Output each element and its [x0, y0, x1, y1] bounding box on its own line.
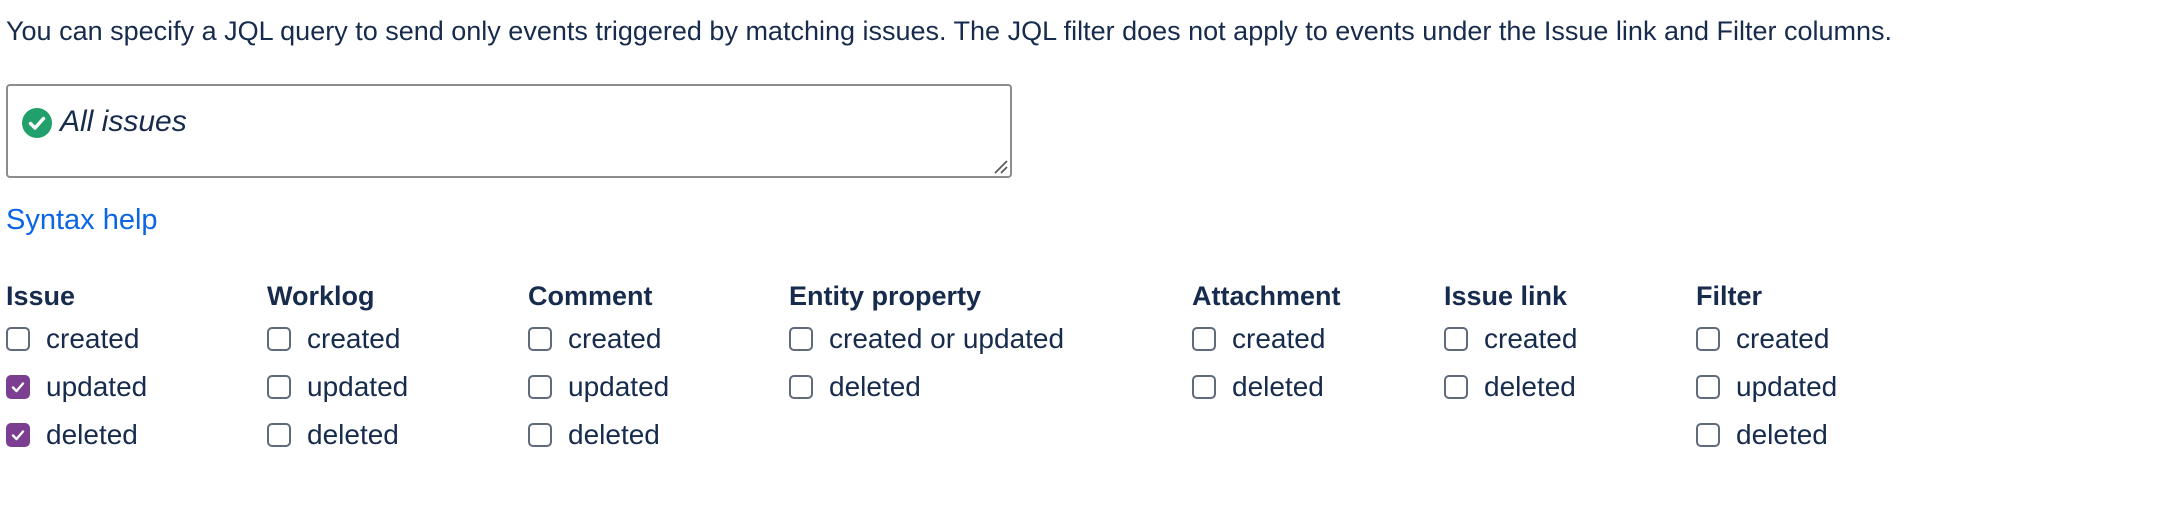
option-label: updated [1736, 371, 1838, 402]
event-column-comment: Comment created updated deleted [528, 279, 669, 459]
column-heading: Filter [1696, 281, 1763, 311]
column-heading: Attachment [1192, 281, 1341, 311]
checkbox[interactable] [528, 423, 552, 447]
event-option[interactable]: deleted [1192, 363, 1341, 411]
jql-query-input[interactable]: All issues [6, 84, 1012, 178]
event-column-issue-link: Issue link created deleted [1444, 279, 1577, 411]
checkmark-icon [11, 430, 25, 441]
option-label: deleted [568, 419, 660, 450]
event-column-worklog: Worklog created updated deleted [267, 279, 408, 459]
event-option[interactable]: created or updated [789, 315, 1064, 363]
checkbox[interactable] [1192, 327, 1216, 351]
event-column-entity-property: Entity property created or updated delet… [789, 279, 1064, 411]
event-option[interactable]: deleted [789, 363, 1064, 411]
option-label: created [568, 323, 662, 354]
event-option[interactable]: deleted [1444, 363, 1577, 411]
jql-query-value: All issues [60, 105, 187, 138]
option-label: deleted [1232, 371, 1324, 402]
column-heading: Issue [6, 281, 76, 311]
column-heading: Comment [528, 281, 653, 311]
event-option[interactable]: deleted [6, 411, 147, 459]
check-circle-icon [22, 108, 52, 138]
checkbox[interactable] [1696, 375, 1720, 399]
event-option[interactable]: updated [1696, 363, 1837, 411]
event-option[interactable]: created [1696, 315, 1837, 363]
event-column-issue: Issue created updated deleted [6, 279, 147, 459]
event-option[interactable]: updated [267, 363, 408, 411]
checkbox[interactable] [1444, 375, 1468, 399]
event-option[interactable]: deleted [267, 411, 408, 459]
option-label: created or updated [829, 323, 1065, 354]
option-label: deleted [1484, 371, 1576, 402]
checkbox[interactable] [1444, 327, 1468, 351]
checkbox[interactable] [1696, 327, 1720, 351]
jql-description: You can specify a JQL query to send only… [6, 16, 1893, 46]
column-heading: Issue link [1444, 281, 1568, 311]
checkbox[interactable] [6, 327, 30, 351]
checkbox[interactable] [6, 423, 30, 447]
option-label: updated [568, 371, 670, 402]
checkmark-icon [11, 382, 25, 393]
checkbox[interactable] [528, 327, 552, 351]
event-option[interactable]: created [528, 315, 669, 363]
checkbox[interactable] [789, 327, 813, 351]
column-heading: Entity property [789, 281, 982, 311]
checkbox[interactable] [789, 375, 813, 399]
option-label: created [46, 323, 140, 354]
checkbox[interactable] [267, 327, 291, 351]
event-option[interactable]: deleted [1696, 411, 1837, 459]
event-option[interactable]: created [6, 315, 147, 363]
event-option[interactable]: deleted [528, 411, 669, 459]
event-option[interactable]: updated [6, 363, 147, 411]
event-option[interactable]: created [267, 315, 408, 363]
option-label: updated [46, 371, 148, 402]
checkbox[interactable] [6, 375, 30, 399]
option-label: deleted [1736, 419, 1828, 450]
option-label: deleted [829, 371, 921, 402]
column-heading: Worklog [267, 281, 375, 311]
syntax-help-link[interactable]: Syntax help [6, 202, 158, 238]
option-label: deleted [307, 419, 399, 450]
checkbox[interactable] [267, 423, 291, 447]
option-label: created [1736, 323, 1830, 354]
event-option[interactable]: updated [528, 363, 669, 411]
resize-grip-icon[interactable] [992, 158, 1008, 174]
event-option[interactable]: created [1444, 315, 1577, 363]
checkbox[interactable] [528, 375, 552, 399]
option-label: created [1232, 323, 1326, 354]
checkbox[interactable] [1192, 375, 1216, 399]
option-label: updated [307, 371, 409, 402]
option-label: deleted [46, 419, 138, 450]
event-column-attachment: Attachment created deleted [1192, 279, 1341, 411]
option-label: created [1484, 323, 1578, 354]
checkbox[interactable] [1696, 423, 1720, 447]
event-option[interactable]: created [1192, 315, 1341, 363]
event-column-filter: Filter created updated deleted [1696, 279, 1837, 459]
option-label: created [307, 323, 401, 354]
checkbox[interactable] [267, 375, 291, 399]
